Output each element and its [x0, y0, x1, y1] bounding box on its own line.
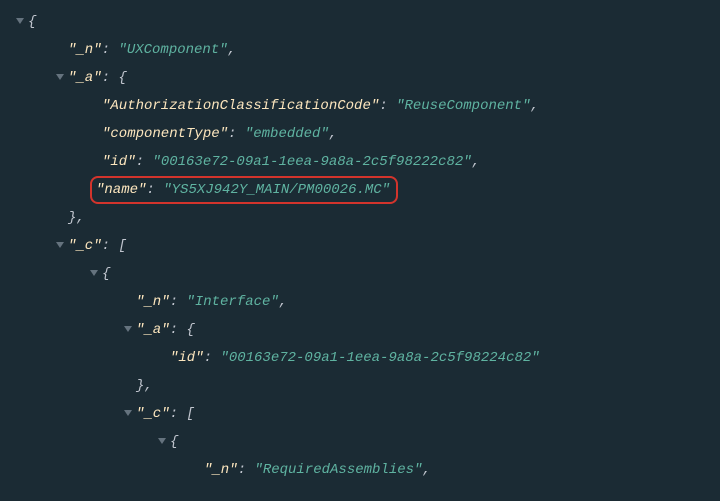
line-ctype: "componentType": "embedded",: [0, 120, 720, 148]
line-open-root: {: [0, 8, 720, 36]
val-auth: "ReuseComponent": [396, 98, 530, 114]
key-c0-id: "id": [170, 350, 204, 366]
val-id: "00163e72-09a1-1eea-9a8a-2c5f98222c82": [152, 154, 471, 170]
toggle-icon[interactable]: [52, 72, 68, 82]
key-c0-n: "_n": [136, 294, 170, 310]
toggle-icon[interactable]: [52, 240, 68, 250]
highlight-box: "name": "YS5XJ942Y_MAIN/PM00026.MC": [90, 176, 398, 204]
line-c-open: "_c": [: [0, 232, 720, 260]
val-name: "YS5XJ942Y_MAIN/PM00026.MC": [163, 182, 390, 198]
line-a-open: "_a": {: [0, 64, 720, 92]
json-tree-viewer: { "_n": "UXComponent", "_a": { "Authoriz…: [0, 8, 720, 484]
line-c0-a-open: "_a": {: [0, 316, 720, 344]
toggle-icon[interactable]: [12, 16, 28, 26]
toggle-icon[interactable]: [154, 436, 170, 446]
line-n: "_n": "UXComponent",: [0, 36, 720, 64]
line-c0-c-open: "_c": [: [0, 400, 720, 428]
toggle-icon[interactable]: [120, 324, 136, 334]
key-name: "name": [96, 182, 146, 198]
key-auth: "AuthorizationClassificationCode": [102, 98, 379, 114]
key-a: "_a": [68, 70, 102, 86]
line-c0c0-n: "_n": "RequiredAssemblies",: [0, 456, 720, 484]
line-c0c0-open: {: [0, 428, 720, 456]
val-c0c0-n: "RequiredAssemblies": [254, 462, 422, 478]
key-ctype: "componentType": [102, 126, 228, 142]
line-c0-a-close: },: [0, 372, 720, 400]
key-c0-c: "_c": [136, 406, 170, 422]
val-ctype: "embedded": [245, 126, 329, 142]
key-c0-a: "_a": [136, 322, 170, 338]
val-c0-id: "00163e72-09a1-1eea-9a8a-2c5f98224c82": [220, 350, 539, 366]
key-c0c0-n: "_n": [204, 462, 238, 478]
key-n: "_n": [68, 42, 102, 58]
toggle-icon[interactable]: [120, 408, 136, 418]
toggle-icon[interactable]: [86, 268, 102, 278]
line-a-close: },: [0, 204, 720, 232]
line-c0-open: {: [0, 260, 720, 288]
line-c0-n: "_n": "Interface",: [0, 288, 720, 316]
val-c0-n: "Interface": [186, 294, 278, 310]
key-c: "_c": [68, 238, 102, 254]
line-auth: "AuthorizationClassificationCode": "Reus…: [0, 92, 720, 120]
line-c0-id: "id": "00163e72-09a1-1eea-9a8a-2c5f98224…: [0, 344, 720, 372]
line-id: "id": "00163e72-09a1-1eea-9a8a-2c5f98222…: [0, 148, 720, 176]
line-name-highlighted: "name": "YS5XJ942Y_MAIN/PM00026.MC": [0, 176, 720, 204]
val-n: "UXComponent": [118, 42, 227, 58]
key-id: "id": [102, 154, 136, 170]
open-brace: {: [28, 14, 36, 30]
